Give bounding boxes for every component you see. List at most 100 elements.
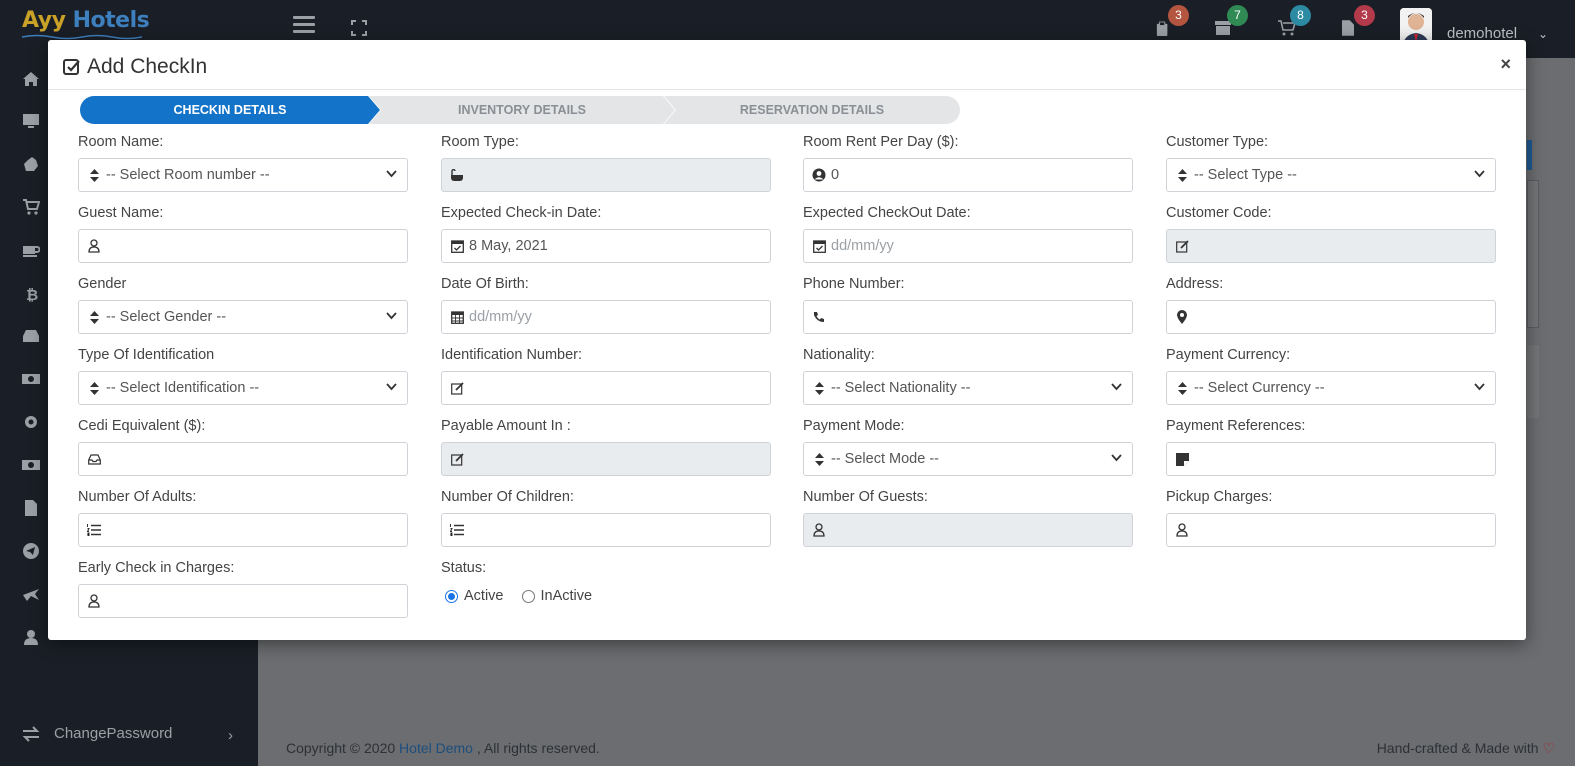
pickup-input[interactable] (1166, 513, 1496, 547)
guests-field: Number Of Guests: (803, 487, 1133, 547)
inbox-icon[interactable] (22, 327, 40, 345)
home-icon[interactable] (22, 70, 40, 88)
money-icon[interactable] (22, 456, 40, 474)
customer-code-input[interactable] (1166, 229, 1496, 263)
modal-title-text: Add CheckIn (87, 55, 208, 78)
notification-badge: 7 (1227, 5, 1248, 26)
sidebar-item-label: ChangePassword (54, 725, 173, 742)
fullscreen-icon[interactable] (351, 20, 367, 36)
phone-label: Phone Number: (803, 276, 905, 292)
adults-input[interactable] (78, 513, 408, 547)
step-reservation-details[interactable]: RESERVATION DETAILS (664, 96, 960, 124)
sidebar-item-change-password[interactable]: ChangePassword › (22, 725, 233, 744)
guest-name-field: Guest Name: (78, 203, 408, 263)
bitcoin-icon[interactable]: ₿ (22, 285, 40, 303)
logo-text-hotels: Hotels (72, 8, 150, 33)
gear-icon[interactable] (22, 413, 40, 431)
copyright-prefix: Copyright © 2020 (286, 740, 400, 756)
nationality-value: -- Select Nationality -- (831, 380, 971, 396)
room-name-select[interactable]: -- Select Room number -- (78, 158, 408, 192)
address-input[interactable] (1166, 300, 1496, 334)
id-number-field: Identification Number: (441, 345, 771, 405)
cart-icon[interactable]: 8 (1278, 5, 1311, 38)
phone-input[interactable] (803, 300, 1133, 334)
payable-amount-label: Payable Amount In : (441, 418, 571, 434)
archive-icon[interactable]: 7 (1215, 5, 1248, 38)
sort-icon (812, 381, 826, 395)
customer-code-field: Customer Code: (1166, 203, 1496, 263)
guests-input[interactable] (803, 513, 1133, 547)
made-with: Hand-crafted & Made with ♡ (1377, 740, 1555, 757)
dob-input[interactable]: dd/mm/yy (441, 300, 771, 334)
room-name-value: -- Select Room number -- (106, 167, 270, 183)
dob-field: Date Of Birth: dd/mm/yy (441, 274, 771, 334)
chevron-down-icon (1474, 383, 1485, 391)
user-icon (87, 239, 101, 253)
chevron-down-icon[interactable]: ⌄ (1538, 27, 1548, 41)
telegram-icon[interactable] (22, 542, 40, 560)
hand-icon[interactable] (22, 155, 40, 173)
pickup-field: Pickup Charges: (1166, 487, 1496, 547)
checkin-date-value: 8 May, 2021 (469, 238, 548, 254)
dob-placeholder: dd/mm/yy (469, 309, 532, 325)
status-active-option[interactable]: Active (445, 588, 504, 604)
early-checkin-input[interactable] (78, 584, 408, 618)
guest-name-input[interactable] (78, 229, 408, 263)
nationality-select[interactable]: -- Select Nationality -- (803, 371, 1133, 405)
user-icon[interactable] (22, 628, 40, 646)
status-inactive-option[interactable]: InActive (521, 588, 592, 604)
customer-type-field: Customer Type: -- Select Type -- (1166, 132, 1496, 192)
id-type-value: -- Select Identification -- (106, 380, 260, 396)
document-icon[interactable]: 3 (1342, 5, 1375, 38)
status-field: Status: Active InActive (441, 558, 771, 604)
step-checkin-details[interactable]: CHECKIN DETAILS (80, 96, 380, 124)
nationality-label: Nationality: (803, 347, 875, 363)
payable-amount-input[interactable] (441, 442, 771, 476)
user-icon (812, 523, 826, 537)
background-panel (1527, 345, 1539, 418)
close-icon[interactable]: × (1500, 54, 1511, 75)
cedi-equivalent-field: Cedi Equivalent ($): (78, 416, 408, 476)
app-logo[interactable]: Ayy Hotels (22, 8, 150, 33)
step-inventory-details[interactable]: INVENTORY DETAILS (369, 96, 675, 124)
children-label: Number Of Children: (441, 489, 574, 505)
menu-toggle-icon[interactable] (293, 16, 315, 34)
payment-refs-label: Payment References: (1166, 418, 1306, 434)
sticky-note-icon (1175, 452, 1189, 466)
desktop-icon[interactable] (22, 112, 40, 130)
payment-refs-input[interactable] (1166, 442, 1496, 476)
sort-icon (87, 168, 101, 182)
checkin-date-input[interactable]: 8 May, 2021 (441, 229, 771, 263)
dob-label: Date Of Birth: (441, 276, 529, 292)
children-input[interactable] (441, 513, 771, 547)
status-active-radio[interactable] (445, 589, 458, 603)
cedi-equivalent-input[interactable] (78, 442, 408, 476)
status-label: Status: (441, 560, 487, 576)
coffee-icon[interactable] (22, 241, 40, 259)
early-checkin-field: Early Check in Charges: (78, 558, 408, 618)
logo-text-ayy: Ayy (22, 8, 66, 33)
customer-type-select[interactable]: -- Select Type -- (1166, 158, 1496, 192)
notification-badge: 8 (1290, 5, 1311, 26)
edit-icon (1175, 239, 1189, 253)
clipboard-icon[interactable]: 3 (1156, 5, 1189, 38)
calendar-check-icon (812, 239, 826, 253)
status-inactive-radio[interactable] (521, 589, 535, 603)
modal-header: Add CheckIn × (48, 40, 1526, 90)
id-type-select[interactable]: -- Select Identification -- (78, 371, 408, 405)
company-link[interactable]: Hotel Demo (399, 740, 473, 756)
file-icon[interactable] (22, 499, 40, 517)
payment-currency-select[interactable]: -- Select Currency -- (1166, 371, 1496, 405)
checkout-date-input[interactable]: dd/mm/yy (803, 229, 1133, 263)
user-icon (87, 594, 101, 608)
cart-icon[interactable] (22, 198, 40, 216)
room-rent-input[interactable]: 0 (803, 158, 1133, 192)
customer-code-label: Customer Code: (1166, 205, 1272, 221)
id-number-input[interactable] (441, 371, 771, 405)
gender-select[interactable]: -- Select Gender -- (78, 300, 408, 334)
money-icon[interactable] (22, 370, 40, 388)
gender-label: Gender (78, 276, 127, 292)
room-type-input[interactable] (441, 158, 771, 192)
payment-mode-select[interactable]: -- Select Mode -- (803, 442, 1133, 476)
plane-icon[interactable] (22, 585, 40, 603)
